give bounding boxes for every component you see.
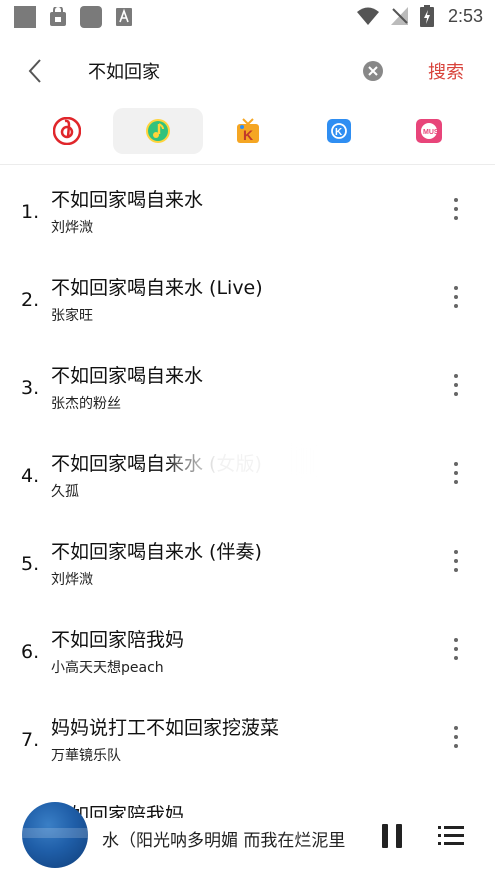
playlist-button[interactable] <box>438 825 464 847</box>
more-options-button[interactable] <box>448 374 464 396</box>
more-options-button[interactable] <box>448 726 464 748</box>
app-square-icon <box>80 6 102 28</box>
result-title: 不如回家喝自来水 (伴奏) <box>51 541 262 563</box>
battery-charging-icon <box>419 5 434 27</box>
result-artist: 久孤 <box>51 484 79 500</box>
now-playing-lyric: 水（阳光呐多明媚 而我在烂泥里 <box>102 831 346 851</box>
result-row-3[interactable]: 3. 不如回家喝自来水 张杰的粉丝 <box>0 341 495 429</box>
search-button[interactable]: 搜索 <box>428 58 464 84</box>
status-time: 2:53 <box>447 5 483 26</box>
result-number: 6. <box>21 641 40 663</box>
tab-qq[interactable] <box>113 108 203 154</box>
svg-text:K: K <box>335 127 343 138</box>
album-art[interactable] <box>22 802 88 868</box>
result-number: 7. <box>21 729 40 751</box>
no-signal-icon <box>390 7 408 25</box>
result-title: 妈妈说打工不如回家挖菠菜 <box>51 717 280 739</box>
mini-player[interactable]: 水（阳光呐多明媚 而我在烂泥里 <box>0 802 495 880</box>
result-number: 3. <box>21 377 40 399</box>
font-a-icon <box>113 6 135 28</box>
result-artist: 张家旺 <box>51 308 93 324</box>
pause-icon <box>382 824 388 848</box>
search-input[interactable] <box>88 56 348 86</box>
more-options-button[interactable] <box>448 462 464 484</box>
tab-kuwo[interactable]: K <box>203 108 293 154</box>
result-row-5[interactable]: 5. 不如回家喝自来水 (伴奏) 刘烨溦 <box>0 517 495 605</box>
svg-text:MUSIC: MUSIC <box>423 129 442 136</box>
lock-bag-icon <box>47 6 69 28</box>
search-bar: 搜索 <box>0 50 495 94</box>
pause-button[interactable] <box>382 824 402 848</box>
clear-icon <box>363 61 383 81</box>
wifi-icon <box>356 7 379 25</box>
clear-button[interactable] <box>362 60 384 82</box>
status-bar: 2:53 <box>0 0 495 33</box>
tab-netease[interactable] <box>22 108 112 154</box>
svg-text:K: K <box>243 127 253 143</box>
result-artist: 万華镜乐队 <box>51 748 121 764</box>
kugou-music-icon: K <box>327 119 351 143</box>
result-artist: 张杰的粉丝 <box>51 396 121 412</box>
result-artist: 小高天天想peach <box>51 660 164 676</box>
more-options-button[interactable] <box>448 550 464 572</box>
playlist-icon <box>438 826 464 845</box>
result-title: 不如回家陪我妈 <box>51 629 185 651</box>
notification-square-icon <box>14 6 36 28</box>
result-number: 5. <box>21 553 40 575</box>
source-tabs: K K MUSIC <box>22 108 472 156</box>
qq-music-icon <box>146 119 170 143</box>
result-row-1[interactable]: 1. 不如回家喝自来水 刘烨溦 <box>0 165 495 253</box>
more-options-button[interactable] <box>448 638 464 660</box>
kuwo-music-icon: K <box>237 118 259 143</box>
more-options-button[interactable] <box>448 198 464 220</box>
chevron-left-icon <box>28 59 41 83</box>
result-row-7[interactable]: 7. 妈妈说打工不如回家挖菠菜 万華镜乐队 <box>0 693 495 781</box>
tab-kugou[interactable]: K <box>294 108 384 154</box>
result-artist: 刘烨溦 <box>51 572 93 588</box>
results-list: 1. 不如回家喝自来水 刘烨溦 2. 不如回家喝自来水 (Live) 张家旺 3… <box>0 165 495 781</box>
tab-migu[interactable]: MUSIC <box>384 108 474 154</box>
result-artist: 刘烨溦 <box>51 220 93 236</box>
result-row-6[interactable]: 6. 不如回家陪我妈 小高天天想peach <box>0 605 495 693</box>
result-row-4[interactable]: 4. 不如回家喝自来水 (女版) 久孤 <box>0 429 495 517</box>
result-title: 不如回家喝自来水 <box>51 189 204 211</box>
netease-music-icon <box>53 117 81 145</box>
result-title: 不如回家喝自来水 (Live) <box>51 277 263 299</box>
result-number: 2. <box>21 289 40 311</box>
back-button[interactable] <box>20 56 50 86</box>
touch-ripple-overlay <box>172 445 320 477</box>
status-system: 2:53 <box>356 5 483 27</box>
migu-music-icon: MUSIC <box>416 119 442 143</box>
result-title: 不如回家喝自来水 <box>51 365 204 387</box>
result-row-2[interactable]: 2. 不如回家喝自来水 (Live) 张家旺 <box>0 253 495 341</box>
status-notifications <box>14 6 135 28</box>
result-number: 4. <box>21 465 40 487</box>
result-number: 1. <box>21 201 40 223</box>
more-options-button[interactable] <box>448 286 464 308</box>
